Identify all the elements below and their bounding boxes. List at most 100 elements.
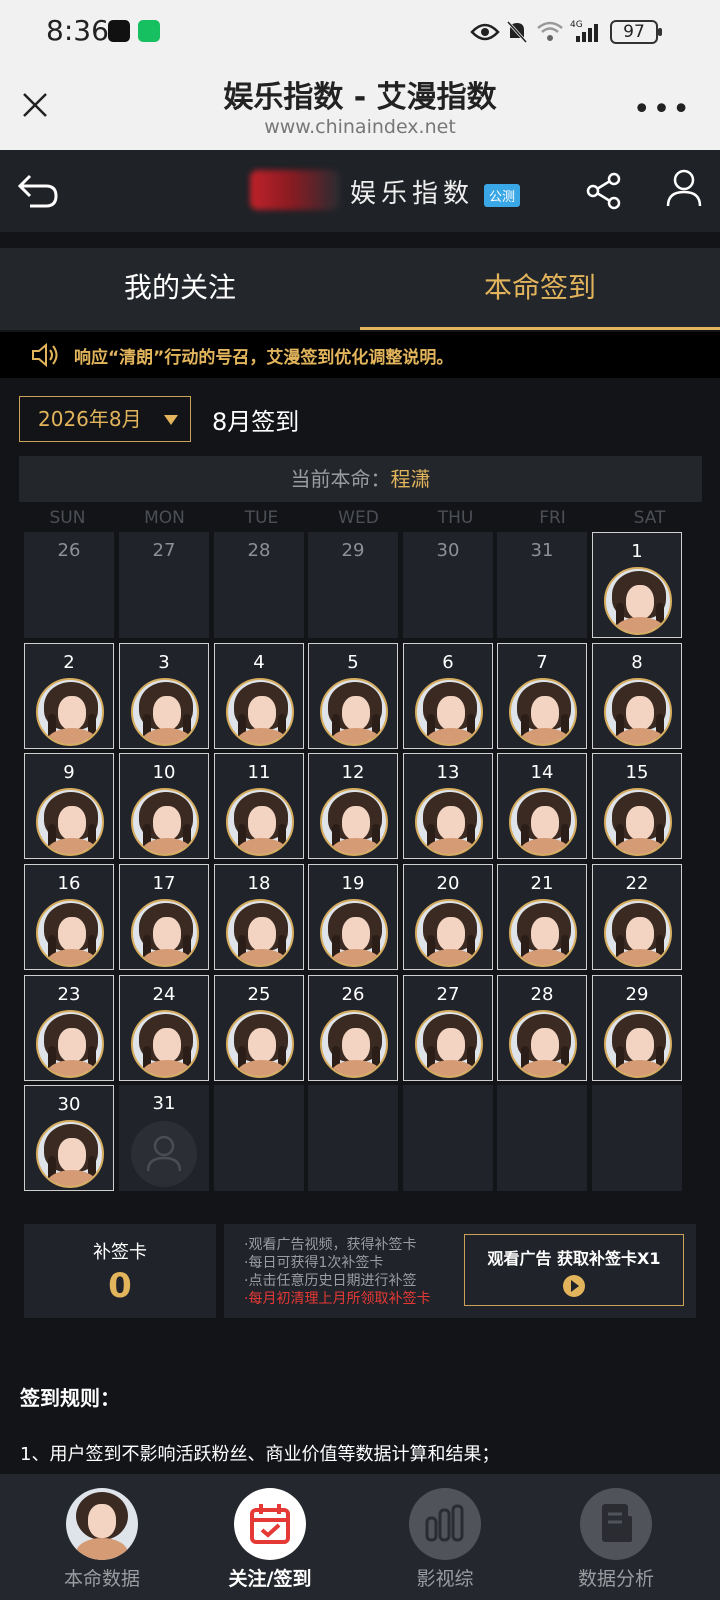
- calendar-day-signed[interactable]: 19: [308, 864, 398, 970]
- calendar-day-signed[interactable]: 14: [497, 753, 587, 859]
- nav-label: 本命数据: [63, 1568, 140, 1590]
- calendar-day-signed[interactable]: 10: [119, 753, 209, 859]
- day-number: 16: [57, 873, 81, 894]
- calendar-day-signed[interactable]: 3: [119, 643, 209, 749]
- calendar-day-signed[interactable]: 22: [592, 864, 682, 970]
- makeup-info-box: ·观看广告视频，获得补签卡 ·每日可获得1次补签卡 ·点击任意历史日期进行补签 …: [224, 1224, 696, 1318]
- day-number: 17: [152, 873, 176, 894]
- calendar-day-unsigned[interactable]: 31: [119, 1085, 209, 1191]
- calendar-day-signed[interactable]: 12: [308, 753, 398, 859]
- month-select-value: 2026年8月: [38, 407, 142, 431]
- idol-avatar: [320, 899, 388, 967]
- calendar-day-signed[interactable]: 28: [497, 975, 587, 1081]
- calendar-day-signed[interactable]: 15: [592, 753, 682, 859]
- calendar-day-signed[interactable]: 6: [403, 643, 493, 749]
- day-number: 26: [341, 984, 365, 1005]
- day-number: 9: [63, 762, 75, 783]
- month-select[interactable]: 2026年8月: [19, 396, 191, 442]
- share-icon[interactable]: [586, 172, 622, 210]
- wechat-icon: [138, 20, 160, 42]
- calendar-day-signed[interactable]: 24: [119, 975, 209, 1081]
- mute-icon: [506, 20, 528, 44]
- weekday-label: SUN: [49, 508, 86, 528]
- tab-my-follows[interactable]: 我的关注: [0, 248, 360, 330]
- weekday-label: MON: [144, 508, 185, 528]
- page-url: www.chinaindex.net: [264, 116, 456, 138]
- calendar-day-signed[interactable]: 21: [497, 864, 587, 970]
- calendar-day-signed[interactable]: 17: [119, 864, 209, 970]
- idol-avatar: [415, 1010, 483, 1078]
- idol-avatar: [604, 567, 672, 635]
- more-menu-icon[interactable]: •••: [633, 92, 692, 127]
- calendar-day-signed[interactable]: 29: [592, 975, 682, 1081]
- user-placeholder-icon: [131, 1121, 197, 1187]
- day-number: 31: [152, 1093, 176, 1114]
- idol-avatar: [226, 899, 294, 967]
- user-icon[interactable]: [666, 168, 702, 208]
- makeup-info-lines: ·观看广告视频，获得补签卡 ·每日可获得1次补签卡 ·点击任意历史日期进行补签 …: [244, 1236, 430, 1308]
- brand-logo: [250, 170, 340, 210]
- calendar-day-signed[interactable]: 2: [24, 643, 114, 749]
- notice-bar[interactable]: 响应“清朗”行动的号召，艾漫签到优化调整说明。: [0, 332, 720, 378]
- current-idol-name[interactable]: 程潇: [391, 467, 431, 491]
- weekday-label: TUE: [244, 508, 279, 528]
- day-number: 31: [530, 540, 554, 561]
- calendar-day-signed[interactable]: 26: [308, 975, 398, 1081]
- calendar-day-signed[interactable]: 30: [24, 1085, 114, 1191]
- browser-bar: 娱乐指数 - 艾漫指数 www.chinaindex.net •••: [0, 64, 720, 150]
- weekday-header: SUN MON TUE WED THU FRI SAT: [19, 508, 702, 528]
- calendar-day-signed[interactable]: 16: [24, 864, 114, 970]
- day-number: 28: [247, 540, 271, 561]
- calendar-day-signed[interactable]: 11: [214, 753, 304, 859]
- weekday-label: SAT: [633, 508, 666, 528]
- nav-follow-checkin[interactable]: 关注/签到: [180, 1474, 360, 1600]
- nav-idol-data[interactable]: 本命数据: [12, 1474, 192, 1600]
- nav-film-variety[interactable]: 影视综: [355, 1474, 535, 1600]
- info-line: ·点击任意历史日期进行补签: [244, 1273, 417, 1289]
- status-bar: 8:36 4G 97: [0, 0, 720, 64]
- calendar-day-signed[interactable]: 23: [24, 975, 114, 1081]
- watch-ad-button[interactable]: 观看广告 获取补签卡X1: [464, 1234, 684, 1306]
- idol-avatar: [226, 788, 294, 856]
- nav-label: 关注/签到: [228, 1568, 312, 1590]
- calendar-day-signed[interactable]: 20: [403, 864, 493, 970]
- day-number: 15: [625, 762, 649, 783]
- weekday-label: WED: [338, 508, 379, 528]
- idol-avatar: [509, 1010, 577, 1078]
- calendar-day-signed[interactable]: 5: [308, 643, 398, 749]
- idol-avatar: [36, 1120, 104, 1188]
- idol-avatar: [36, 899, 104, 967]
- calendar-day-signed[interactable]: 8: [592, 643, 682, 749]
- idol-avatar: [509, 899, 577, 967]
- idol-avatar: [604, 788, 672, 856]
- day-number: 23: [57, 984, 81, 1005]
- calendar-day-signed[interactable]: 13: [403, 753, 493, 859]
- calendar-day-signed[interactable]: 1: [592, 532, 682, 638]
- weekday-label: FRI: [539, 508, 566, 528]
- idol-avatar: [509, 788, 577, 856]
- calendar-day-signed[interactable]: 25: [214, 975, 304, 1081]
- calendar-day-signed[interactable]: 7: [497, 643, 587, 749]
- battery-indicator: 97: [610, 20, 662, 44]
- info-warning: ·每月初清理上月所领取补签卡: [244, 1291, 431, 1307]
- calendar-day-prev-month: 30: [403, 532, 493, 638]
- makeup-card-box: 补签卡 0: [24, 1224, 216, 1318]
- tab-idol-checkin[interactable]: 本命签到: [360, 248, 720, 330]
- idol-avatar: [415, 678, 483, 746]
- idol-avatar: [36, 678, 104, 746]
- calendar-day-signed[interactable]: 4: [214, 643, 304, 749]
- day-number: 20: [436, 873, 460, 894]
- calendar-day-signed[interactable]: 27: [403, 975, 493, 1081]
- day-number: 30: [436, 540, 460, 561]
- document-icon: [580, 1488, 652, 1560]
- calendar-day-empty: [308, 1085, 398, 1191]
- calendar-day-empty: [214, 1085, 304, 1191]
- nav-data-analysis[interactable]: 数据分析: [526, 1474, 706, 1600]
- calendar-day-signed[interactable]: 9: [24, 753, 114, 859]
- back-icon[interactable]: [16, 170, 60, 210]
- calendar-day-signed[interactable]: 18: [214, 864, 304, 970]
- day-number: 14: [530, 762, 554, 783]
- day-number: 13: [436, 762, 460, 783]
- calendar-day-empty: [403, 1085, 493, 1191]
- idol-avatar: [226, 678, 294, 746]
